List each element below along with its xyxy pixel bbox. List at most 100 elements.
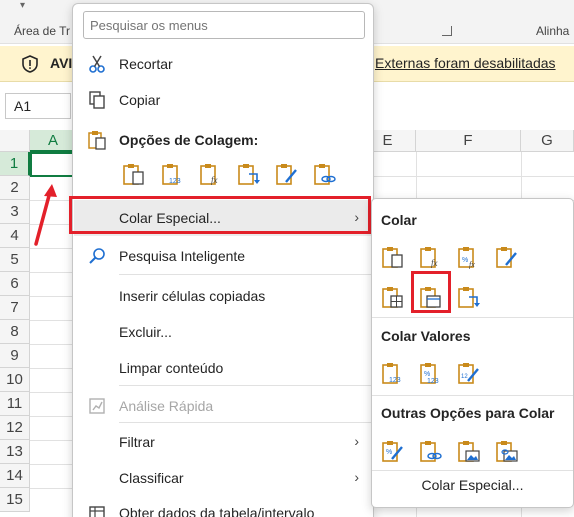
menu-item-clear-contents[interactable]: Limpar conteúdo xyxy=(73,353,373,383)
column-header-g[interactable]: G xyxy=(521,130,574,152)
table-icon xyxy=(89,506,105,517)
paste-keep-source-formatting-icon[interactable] xyxy=(495,245,519,269)
paste-special-submenu: Colar fx % fx Colar Valores 123 % 123 12… xyxy=(371,198,574,508)
menu-item-insert-copied[interactable]: Inserir células copiadas xyxy=(73,281,373,311)
menu-item-clear-contents-label: Limpar conteúdo xyxy=(119,360,224,376)
menu-item-filter[interactable]: Filtrar › xyxy=(73,427,373,457)
menu-separator xyxy=(119,274,373,275)
select-all-corner[interactable] xyxy=(0,130,30,152)
paste-formulas-number-format-icon[interactable]: % fx xyxy=(457,245,481,269)
menu-item-copy-label: Copiar xyxy=(119,92,161,108)
ribbon-group-clipboard-label: Área de Tr xyxy=(14,24,71,38)
menu-item-insert-copied-label: Inserir células copiadas xyxy=(119,288,266,304)
paste-transpose-icon[interactable] xyxy=(237,162,261,186)
chevron-right-icon: › xyxy=(354,469,359,485)
paste-formulas-icon[interactable]: fx xyxy=(199,162,223,186)
menu-item-delete-label: Excluir... xyxy=(119,324,172,340)
menu-item-paste-options: Opções de Colagem: xyxy=(73,125,373,155)
row-header-9[interactable]: 9 xyxy=(0,344,30,368)
menu-item-quick-analysis-label: Análise Rápida xyxy=(119,398,214,414)
submenu-separator xyxy=(372,470,573,471)
row-header-6[interactable]: 6 xyxy=(0,272,30,296)
row-header-4[interactable]: 4 xyxy=(0,224,30,248)
paste-values-icon[interactable]: 123 xyxy=(381,361,405,385)
submenu-separator xyxy=(372,317,573,318)
paste-special-highlight xyxy=(69,196,371,234)
paste-formatting-icon[interactable] xyxy=(275,162,299,186)
red-annotation-arrow xyxy=(34,184,57,246)
menu-item-smart-lookup-label: Pesquisa Inteligente xyxy=(119,248,246,264)
row-header-14[interactable]: 14 xyxy=(0,464,30,488)
submenu-values-heading: Colar Valores xyxy=(381,328,471,344)
menu-item-delete[interactable]: Excluir... xyxy=(73,317,373,347)
scissors-icon xyxy=(89,55,105,73)
paste-link-icon[interactable] xyxy=(313,162,337,186)
paste-formatting-icon[interactable]: % xyxy=(381,439,405,463)
paste-formulas-icon[interactable]: fx xyxy=(419,245,443,269)
row-header-5[interactable]: 5 xyxy=(0,248,30,272)
row-header-7[interactable]: 7 xyxy=(0,296,30,320)
row-header-10[interactable]: 10 xyxy=(0,368,30,392)
svg-text:12: 12 xyxy=(461,374,468,380)
name-box[interactable]: A1 xyxy=(5,93,71,119)
menu-item-smart-lookup[interactable]: Pesquisa Inteligente xyxy=(73,241,373,271)
menu-item-sort-label: Classificar xyxy=(119,470,184,486)
quick-analysis-icon xyxy=(89,398,105,414)
chevron-down-icon[interactable]: ▾ xyxy=(20,0,25,11)
row-header-13[interactable]: 13 xyxy=(0,440,30,464)
dialog-launcher-icon[interactable] xyxy=(442,26,452,36)
warning-title: AVI xyxy=(50,55,73,71)
svg-text:123: 123 xyxy=(389,377,401,384)
paste-values-number-format-icon[interactable]: % 123 xyxy=(419,361,443,385)
menu-item-copy[interactable]: Copiar xyxy=(73,85,373,115)
row-header-11[interactable]: 11 xyxy=(0,392,30,416)
row-header-15[interactable]: 15 xyxy=(0,488,30,512)
ribbon-group-alignment-label: Alinha xyxy=(536,24,570,38)
menu-item-cut[interactable]: Recortar xyxy=(73,49,373,79)
menu-item-get-data[interactable]: Obter dados da tabela/intervalo xyxy=(73,498,373,517)
menu-item-cut-label: Recortar xyxy=(119,56,173,72)
row-header-2[interactable]: 2 xyxy=(0,176,30,200)
menu-search-input[interactable] xyxy=(83,11,365,39)
chevron-right-icon: › xyxy=(354,433,359,449)
shield-warning-icon xyxy=(22,55,38,73)
submenu-paste-special-link[interactable]: Colar Especial... xyxy=(372,477,573,493)
menu-item-sort[interactable]: Classificar › xyxy=(73,463,373,493)
svg-text:123: 123 xyxy=(427,378,439,385)
row-header-3[interactable]: 3 xyxy=(0,200,30,224)
submenu-paste-heading: Colar xyxy=(381,212,417,228)
row-header-12[interactable]: 12 xyxy=(0,416,30,440)
svg-text:%: % xyxy=(386,449,392,456)
svg-text:fx: fx xyxy=(431,258,438,268)
svg-text:%: % xyxy=(424,371,430,378)
context-menu: Recortar Copiar Opções de Colagem: 123 f… xyxy=(72,3,374,517)
paste-options-heading: Opções de Colagem: xyxy=(119,132,259,148)
submenu-separator xyxy=(372,395,573,396)
svg-text:fx: fx xyxy=(469,260,475,269)
paste-transpose-icon[interactable] xyxy=(457,285,481,309)
paste-values-icon[interactable]: 123 xyxy=(161,162,185,186)
copy-icon xyxy=(89,91,105,109)
paste-icon[interactable] xyxy=(381,245,405,269)
menu-separator xyxy=(119,422,373,423)
svg-text:%: % xyxy=(462,257,468,264)
paste-picture-icon[interactable] xyxy=(457,439,481,463)
row-header-8[interactable]: 8 xyxy=(0,320,30,344)
paste-link-icon[interactable] xyxy=(419,439,443,463)
column-header-f[interactable]: F xyxy=(416,130,521,152)
menu-item-quick-analysis: Análise Rápida xyxy=(73,391,373,421)
menu-separator xyxy=(119,385,373,386)
menu-item-filter-label: Filtrar xyxy=(119,434,155,450)
smart-lookup-icon xyxy=(89,248,105,264)
clipboard-icon xyxy=(88,131,106,150)
paste-borders-icon[interactable] xyxy=(381,285,405,309)
paste-icon[interactable] xyxy=(122,162,146,186)
row-header-1[interactable]: 1 xyxy=(0,152,30,176)
active-cell-a1[interactable] xyxy=(30,152,76,177)
svg-text:fx: fx xyxy=(211,175,218,185)
paste-linked-picture-icon[interactable] xyxy=(495,439,519,463)
warning-link[interactable]: Externas foram desabilitadas xyxy=(375,55,556,71)
submenu-other-heading: Outras Opções para Colar xyxy=(381,405,555,421)
column-header-a[interactable]: A xyxy=(30,130,77,152)
paste-values-source-formatting-icon[interactable]: 12 xyxy=(457,361,481,385)
